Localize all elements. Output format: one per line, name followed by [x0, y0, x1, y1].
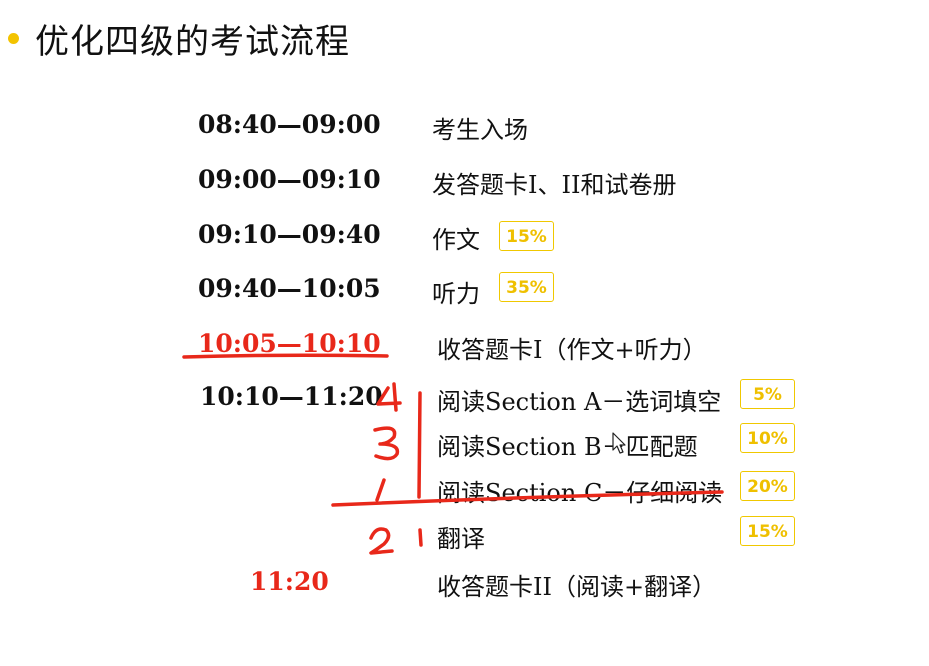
mouse-cursor-icon [612, 432, 626, 454]
number-one-stroke [375, 478, 386, 502]
number-four-stroke [376, 382, 402, 412]
number-two-stroke [369, 527, 394, 555]
separator-stroke [331, 490, 724, 507]
bracket-line [417, 391, 422, 499]
tick-stroke [418, 528, 423, 547]
handwritten-annotations [182, 353, 724, 555]
number-three-stroke [373, 426, 400, 461]
underline-stroke [182, 353, 389, 359]
